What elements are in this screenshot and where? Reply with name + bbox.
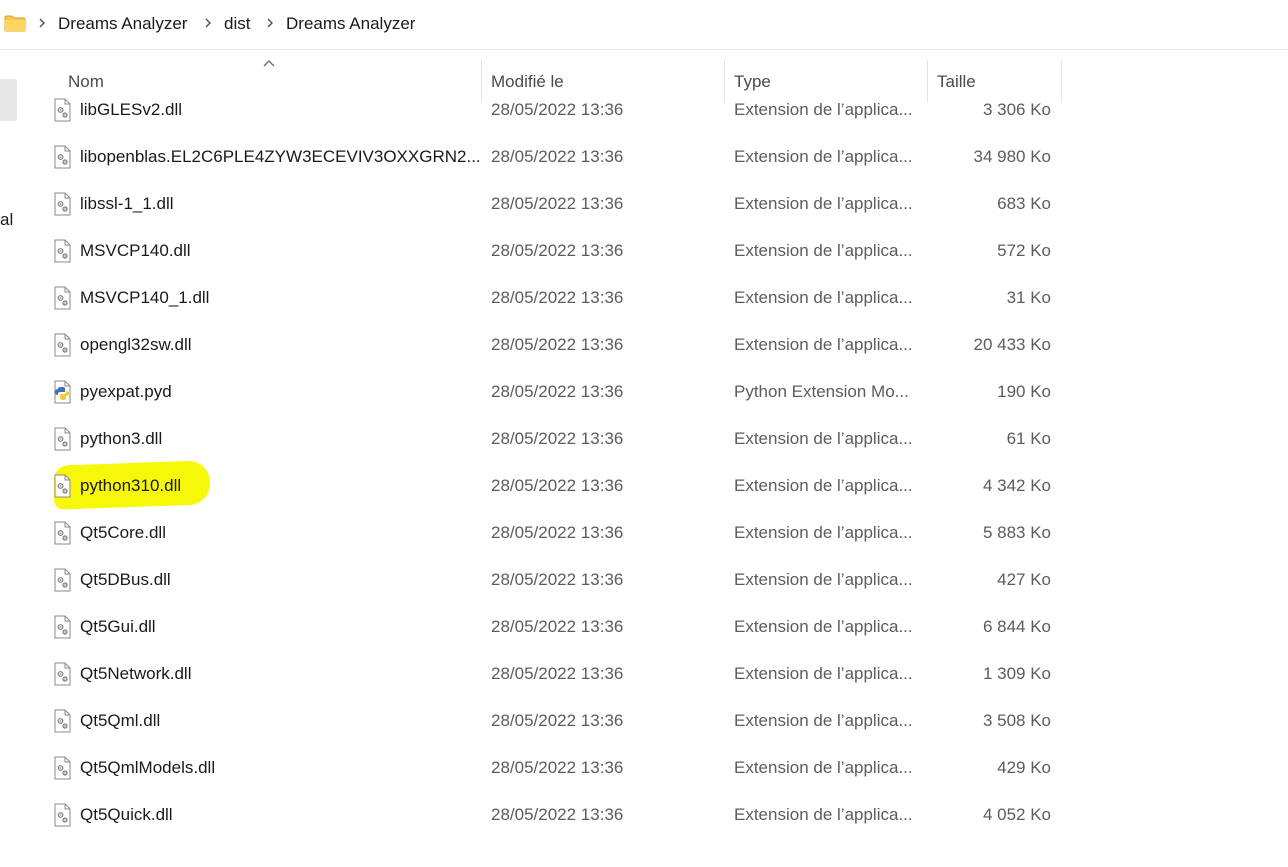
- file-name: python310.dll: [80, 476, 182, 495]
- file-row[interactable]: MSVCP140.dll 28/05/2022 13:36 Extension de…: [44, 229, 1064, 273]
- file-name: Qt5Gui.dll: [80, 617, 156, 636]
- python-file-icon: [54, 380, 71, 404]
- file-type: Python Extension Mo...: [734, 382, 909, 401]
- file-name: opengl32sw.dll: [80, 335, 192, 354]
- file-type: Extension de l’applica...: [734, 617, 913, 636]
- file-modified-date: 28/05/2022 13:36: [491, 100, 624, 119]
- file-type: Extension de l’applica...: [734, 758, 913, 777]
- file-modified-date: 28/05/2022 13:36: [491, 147, 624, 166]
- file-type: Extension de l’applica...: [734, 523, 913, 542]
- file-modified-date: 28/05/2022 13:36: [491, 241, 624, 260]
- file-modified-date: 28/05/2022 13:36: [491, 429, 624, 448]
- file-row[interactable]: Qt5Quick.dll 28/05/2022 13:36 Extension de…: [44, 793, 1064, 837]
- file-size: 6 844 Ko: [982, 617, 1051, 636]
- file-type: Extension de l’applica...: [734, 288, 913, 307]
- dll-file-icon: [54, 568, 71, 592]
- file-name: Qt5Qml.dll: [80, 711, 161, 730]
- file-size: 427 Ko: [997, 570, 1051, 589]
- file-size: 429 Ko: [997, 758, 1051, 777]
- file-size: 3 306 Ko: [982, 100, 1051, 119]
- dll-file-icon: [54, 474, 71, 498]
- file-modified-date: 28/05/2022 13:36: [491, 335, 624, 354]
- file-type: Extension de l’applica...: [734, 570, 913, 589]
- file-modified-date: 28/05/2022 13:36: [491, 570, 624, 589]
- file-size: 4 342 Ko: [982, 476, 1051, 495]
- file-modified-date: 28/05/2022 13:36: [491, 664, 624, 683]
- dll-file-icon: [54, 98, 71, 122]
- file-size: 190 Ko: [997, 382, 1051, 401]
- file-size: 31 Ko: [1006, 288, 1051, 307]
- file-name: MSVCP140.dll: [80, 241, 191, 260]
- file-modified-date: 28/05/2022 13:36: [491, 617, 624, 636]
- dll-file-icon: [54, 756, 71, 780]
- file-row[interactable]: Qt5Core.dll 28/05/2022 13:36 Extension de …: [44, 511, 1064, 555]
- file-explorer-window: Dreams Analyzer dist Dreams Analyzer al …: [0, 0, 1288, 867]
- file-name: pyexpat.pyd: [80, 382, 172, 401]
- file-modified-date: 28/05/2022 13:36: [491, 288, 624, 307]
- dll-file-icon: [54, 803, 71, 827]
- file-size: 5 883 Ko: [982, 523, 1051, 542]
- file-type: Extension de l’applica...: [734, 194, 913, 213]
- file-name: Qt5Network.dll: [80, 664, 192, 683]
- file-name: Qt5Quick.dll: [80, 805, 173, 824]
- file-row[interactable]: Qt5Network.dll 28/05/2022 13:36 Extension …: [44, 652, 1064, 696]
- dll-file-icon: [54, 427, 71, 451]
- file-row[interactable]: Qt5Qml.dll 28/05/2022 13:36 Extension de l…: [44, 699, 1064, 743]
- file-row[interactable]: MSVCP140_1.dll 28/05/2022 13:36 Extension …: [44, 276, 1064, 320]
- dll-file-icon: [54, 521, 71, 545]
- file-modified-date: 28/05/2022 13:36: [491, 194, 624, 213]
- file-modified-date: 28/05/2022 13:36: [491, 758, 624, 777]
- file-size: 20 433 Ko: [973, 335, 1051, 354]
- file-modified-date: 28/05/2022 13:36: [491, 711, 624, 730]
- file-name: python3.dll: [80, 429, 163, 448]
- dll-file-icon: [54, 239, 71, 263]
- file-list: libGLESv2.dll 28/05/2022 13:36 Extension d…: [0, 0, 1288, 867]
- file-modified-date: 28/05/2022 13:36: [491, 382, 624, 401]
- file-size: 4 052 Ko: [982, 805, 1051, 824]
- file-row[interactable]: Qt5DBus.dll 28/05/2022 13:36 Extension de …: [44, 558, 1064, 602]
- file-row[interactable]: libopenblas.EL2C6PLE4ZYW3ECEVIV3OXXGRN2.…: [44, 135, 1064, 179]
- file-row[interactable]: python3.dll 28/05/2022 13:36 Extension de …: [44, 417, 1064, 461]
- file-type: Extension de l’applica...: [734, 711, 913, 730]
- file-type: Extension de l’applica...: [734, 100, 913, 119]
- dll-file-icon: [54, 192, 71, 216]
- file-name: Qt5QmlModels.dll: [80, 758, 216, 777]
- file-type: Extension de l’applica...: [734, 664, 913, 683]
- file-size: 3 508 Ko: [982, 711, 1051, 730]
- file-size: 61 Ko: [1006, 429, 1051, 448]
- file-row[interactable]: python310.dll 28/05/2022 13:36 Extension d…: [44, 464, 1064, 508]
- file-name: libGLESv2.dll: [80, 100, 183, 119]
- file-size: 1 309 Ko: [982, 664, 1051, 683]
- dll-file-icon: [54, 615, 71, 639]
- file-row[interactable]: Qt5Gui.dll 28/05/2022 13:36 Extension de l…: [44, 605, 1064, 649]
- file-type: Extension de l’applica...: [734, 429, 913, 448]
- file-name: Qt5DBus.dll: [80, 570, 171, 589]
- file-size: 683 Ko: [997, 194, 1051, 213]
- file-row[interactable]: Qt5QmlModels.dll 28/05/2022 13:36 Extensio…: [44, 746, 1064, 790]
- dll-file-icon: [54, 145, 71, 169]
- file-type: Extension de l’applica...: [734, 476, 913, 495]
- file-name: libopenblas.EL2C6PLE4ZYW3ECEVIV3OXXGRN2.…: [80, 147, 480, 166]
- file-modified-date: 28/05/2022 13:36: [491, 523, 624, 542]
- dll-file-icon: [54, 333, 71, 357]
- file-type: Extension de l’applica...: [734, 805, 913, 824]
- file-row[interactable]: libssl-1_1.dll 28/05/2022 13:36 Extension …: [44, 182, 1064, 226]
- file-row[interactable]: opengl32sw.dll 28/05/2022 13:36 Extension …: [44, 323, 1064, 367]
- file-row[interactable]: pyexpat.pyd 28/05/2022 13:36 Python Extens…: [44, 370, 1064, 414]
- file-name: Qt5Core.dll: [80, 523, 166, 542]
- file-type: Extension de l’applica...: [734, 241, 913, 260]
- file-type: Extension de l’applica...: [734, 147, 913, 166]
- file-name: libssl-1_1.dll: [80, 194, 174, 213]
- dll-file-icon: [54, 662, 71, 686]
- file-name: MSVCP140_1.dll: [80, 288, 210, 307]
- file-size: 34 980 Ko: [973, 147, 1051, 166]
- file-modified-date: 28/05/2022 13:36: [491, 476, 624, 495]
- file-row[interactable]: libGLESv2.dll 28/05/2022 13:36 Extension d…: [44, 88, 1064, 132]
- file-modified-date: 28/05/2022 13:36: [491, 805, 624, 824]
- dll-file-icon: [54, 286, 71, 310]
- dll-file-icon: [54, 709, 71, 733]
- file-type: Extension de l’applica...: [734, 335, 913, 354]
- file-size: 572 Ko: [997, 241, 1051, 260]
